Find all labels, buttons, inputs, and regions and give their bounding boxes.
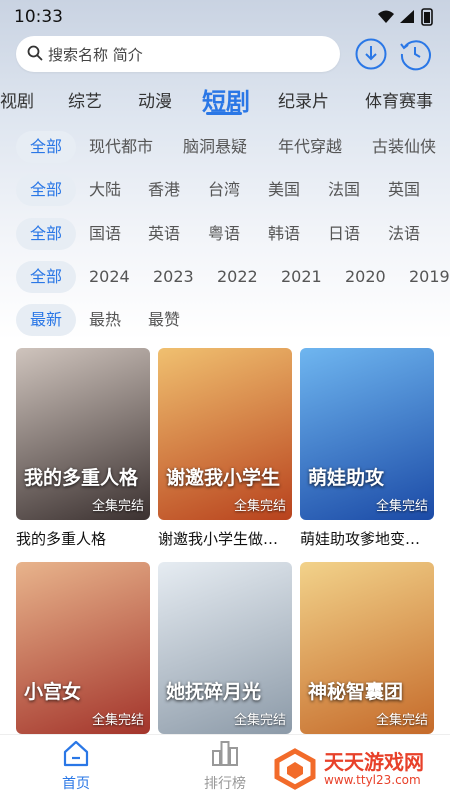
drama-poster: 神秘智囊团 全集完结 — [300, 562, 434, 734]
sort-chip[interactable]: 最新 — [16, 304, 76, 336]
drama-title: 萌娃助攻爹地变… — [300, 530, 421, 548]
tab-variety[interactable]: 综艺 — [68, 87, 102, 112]
sort-chip[interactable]: 最热 — [89, 304, 121, 336]
filter-row-region: 全部 大陆 香港 台湾 美国 法国 英国 — [0, 174, 450, 206]
poster-title: 小宫女 — [24, 681, 82, 703]
filter-chip[interactable]: 2024 — [89, 261, 130, 293]
status-badge: 全集完结 — [233, 713, 286, 728]
ranking-icon — [212, 741, 238, 766]
filter-chip[interactable]: 美国 — [268, 174, 300, 206]
nav-home[interactable]: 首页 — [46, 739, 106, 793]
poster-title: 神秘智囊团 — [308, 681, 404, 703]
filter-chip[interactable]: 大陆 — [89, 174, 121, 206]
nav-ranking-label: 排行榜 — [204, 776, 246, 792]
filter-row-language: 全部 国语 英语 粤语 韩语 日语 法语 — [0, 218, 450, 250]
nav-ranking[interactable]: 排行榜 — [195, 739, 255, 793]
tab-documentary[interactable]: 纪录片 — [278, 87, 329, 112]
filter-chip[interactable]: 全部 — [16, 131, 76, 163]
drama-poster: 小宫女 全集完结 — [16, 562, 150, 734]
search-input[interactable]: 搜索名称 简介 — [16, 36, 340, 72]
drama-poster: 我的多重人格 全集完结 — [16, 348, 150, 520]
search-icon — [27, 45, 43, 61]
filter-chip[interactable]: 韩语 — [268, 218, 300, 250]
poster-title: 谢邀我小学生 — [166, 467, 281, 489]
drama-poster: 萌娃助攻 全集完结 — [300, 348, 434, 520]
status-time: 10:33 — [14, 7, 63, 27]
filter-chip[interactable]: 古装仙侠 — [372, 131, 436, 163]
filter-row-genre: 全部 现代都市 脑洞悬疑 年代穿越 古装仙侠 — [0, 131, 450, 163]
active-tab-indicator — [206, 112, 242, 115]
drama-poster: 谢邀我小学生 全集完结 — [158, 348, 292, 520]
filter-chip[interactable]: 日语 — [328, 218, 360, 250]
site-watermark: 天天游戏网 www.ttyl23.com — [260, 740, 450, 797]
home-icon — [63, 740, 89, 767]
poster-title: 她抚碎月光 — [166, 681, 262, 703]
filter-chip[interactable]: 2020 — [345, 261, 386, 293]
filter-chip[interactable]: 国语 — [89, 218, 121, 250]
status-badge: 全集完结 — [375, 499, 428, 514]
sort-chip[interactable]: 最赞 — [148, 304, 180, 336]
watermark-logo — [274, 748, 316, 790]
filter-chip[interactable]: 全部 — [16, 261, 76, 293]
tab-tv[interactable]: 视剧 — [0, 87, 34, 112]
filter-chip[interactable]: 法国 — [328, 174, 360, 206]
filter-chip[interactable]: 2019 — [409, 261, 450, 293]
filter-chip[interactable]: 2021 — [281, 261, 322, 293]
tab-anime[interactable]: 动漫 — [138, 87, 172, 112]
filter-chip[interactable]: 脑洞悬疑 — [183, 131, 247, 163]
drama-title: 谢邀我小学生做… — [158, 530, 279, 548]
status-badge: 全集完结 — [91, 713, 144, 728]
filter-chip[interactable]: 全部 — [16, 174, 76, 206]
filter-chip[interactable]: 台湾 — [208, 174, 240, 206]
filter-chip[interactable]: 全部 — [16, 218, 76, 250]
filter-chip[interactable]: 法语 — [388, 218, 420, 250]
status-badge: 全集完结 — [233, 499, 286, 514]
poster-title: 萌娃助攻 — [308, 467, 385, 489]
status-bar: 10:33 — [0, 0, 450, 34]
watermark-url: www.ttyl23.com — [324, 773, 421, 787]
filter-row-year: 全部 2024 2023 2022 2021 2020 2019 — [0, 261, 450, 293]
status-icons — [378, 8, 433, 26]
filter-chip[interactable]: 粤语 — [208, 218, 240, 250]
watermark-title: 天天游戏网 — [324, 750, 424, 774]
filter-chip[interactable]: 年代穿越 — [278, 131, 342, 163]
category-tabs: 视剧 综艺 动漫 短剧 纪录片 体育赛事 — [0, 82, 450, 118]
nav-home-label: 首页 — [62, 776, 90, 792]
drama-poster: 她抚碎月光 全集完结 — [158, 562, 292, 734]
filter-chip[interactable]: 2023 — [153, 261, 194, 293]
filter-chip[interactable]: 现代都市 — [89, 131, 153, 163]
filter-chip[interactable]: 英国 — [388, 174, 420, 206]
search-placeholder: 搜索名称 简介 — [48, 46, 143, 64]
filter-chip[interactable]: 2022 — [217, 261, 258, 293]
download-icon[interactable] — [354, 37, 388, 71]
tab-sports[interactable]: 体育赛事 — [365, 87, 433, 112]
drama-title: 我的多重人格 — [16, 530, 107, 548]
status-badge: 全集完结 — [375, 713, 428, 728]
status-badge: 全集完结 — [91, 499, 144, 514]
poster-title: 我的多重人格 — [24, 467, 139, 489]
filter-chip[interactable]: 香港 — [148, 174, 180, 206]
history-icon[interactable] — [398, 37, 432, 71]
filter-chip[interactable]: 英语 — [148, 218, 180, 250]
filter-row-sort: 最新 最热 最赞 — [0, 304, 450, 336]
